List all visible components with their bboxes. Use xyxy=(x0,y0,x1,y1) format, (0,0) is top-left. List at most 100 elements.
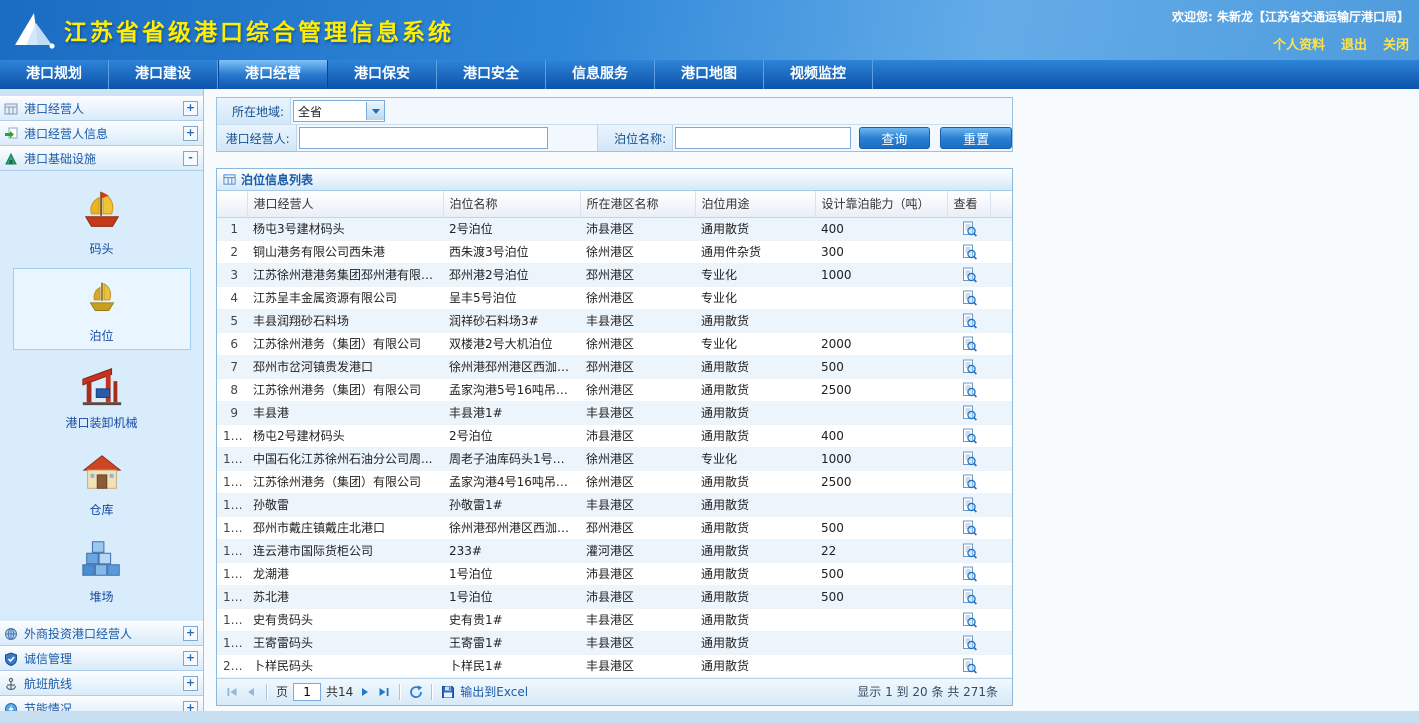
view-record-button[interactable] xyxy=(961,336,977,352)
nav-tab[interactable]: 港口规划 xyxy=(0,60,109,89)
first-page-icon[interactable] xyxy=(225,685,239,699)
header-link[interactable]: 个人资料 xyxy=(1273,34,1325,53)
view-record-button[interactable] xyxy=(961,589,977,605)
header-link[interactable]: 退出 xyxy=(1341,34,1367,53)
column-header[interactable]: 设计靠泊能力（吨） xyxy=(815,191,947,217)
column-header[interactable]: 所在港区名称 xyxy=(580,191,695,217)
sidebar-section[interactable]: 港口经营人+ xyxy=(0,96,203,121)
sidebar-section[interactable]: 航班航线+ xyxy=(0,671,203,696)
column-header[interactable]: 查看 xyxy=(947,191,990,217)
cell-view xyxy=(947,332,990,355)
cell-view xyxy=(947,447,990,470)
cell-port-area: 丰县港区 xyxy=(580,608,695,631)
nav-tab[interactable]: 港口地图 xyxy=(655,60,764,89)
page-number-input[interactable] xyxy=(293,683,321,701)
table-row[interactable]: 6江苏徐州港务（集团）有限公司双楼港2号大机泊位徐州港区专业化2000 xyxy=(217,332,1012,355)
view-record-button[interactable] xyxy=(961,566,977,582)
nav-tab[interactable]: 信息服务 xyxy=(546,60,655,89)
refresh-icon[interactable] xyxy=(409,685,423,699)
view-record-button[interactable] xyxy=(961,359,977,375)
table-row[interactable]: 4江苏呈丰金属资源有限公司呈丰5号泊位徐州港区专业化 xyxy=(217,286,1012,309)
table-row[interactable]: 18史有贵码头史有贵1#丰县港区通用散货 xyxy=(217,608,1012,631)
table-row[interactable]: 12江苏徐州港务（集团）有限公司孟家沟港4号16吨吊泊位徐州港区通用散货2500 xyxy=(217,470,1012,493)
berth-name-input[interactable] xyxy=(675,127,850,149)
table-row[interactable]: 10杨屯2号建材码头2号泊位沛县港区通用散货400 xyxy=(217,424,1012,447)
cell-port-area: 沛县港区 xyxy=(580,585,695,608)
table-row[interactable]: 17苏北港1号泊位沛县港区通用散货500 xyxy=(217,585,1012,608)
view-record-button[interactable] xyxy=(961,405,977,421)
column-header[interactable]: 泊位用途 xyxy=(695,191,815,217)
view-record-button[interactable] xyxy=(961,382,977,398)
table-row[interactable]: 3江苏徐州港港务集团邳州港有限公司邳州港2号泊位邳州港区专业化1000 xyxy=(217,263,1012,286)
view-record-button[interactable] xyxy=(961,612,977,628)
sidebar-section-label: 港口经营人信息 xyxy=(24,125,183,142)
view-record-button[interactable] xyxy=(961,635,977,651)
view-record-button[interactable] xyxy=(961,451,977,467)
column-header[interactable]: 港口经营人 xyxy=(247,191,443,217)
table-row[interactable]: 15连云港市国际货柜公司233#灌河港区通用散货22 xyxy=(217,539,1012,562)
header-link[interactable]: 关闭 xyxy=(1383,34,1409,53)
collapse-icon[interactable]: - xyxy=(183,151,198,166)
table-row[interactable]: 2铜山港务有限公司西朱港西朱渡3号泊位徐州港区通用件杂货300 xyxy=(217,240,1012,263)
cell-filler xyxy=(990,332,1012,355)
table-row[interactable]: 8江苏徐州港务（集团）有限公司孟家沟港5号16吨吊泊位徐州港区通用散货2500 xyxy=(217,378,1012,401)
search-button[interactable]: 查询 xyxy=(859,127,931,149)
view-record-button[interactable] xyxy=(961,520,977,536)
cell-usage: 通用散货 xyxy=(695,562,815,585)
operator-input[interactable] xyxy=(299,127,548,149)
view-record-button[interactable] xyxy=(961,313,977,329)
region-select[interactable]: 全省 xyxy=(293,100,385,122)
facility-item[interactable]: 仓库 xyxy=(13,442,191,524)
view-record-button[interactable] xyxy=(961,221,977,237)
table-row[interactable]: 1杨屯3号建材码头2号泊位沛县港区通用散货400 xyxy=(217,217,1012,240)
expand-icon[interactable]: + xyxy=(183,626,198,641)
expand-icon[interactable]: + xyxy=(183,676,198,691)
next-page-icon[interactable] xyxy=(358,685,372,699)
view-record-button[interactable] xyxy=(961,290,977,306)
chevron-down-icon[interactable] xyxy=(366,102,384,120)
expand-icon[interactable]: + xyxy=(183,651,198,666)
table-row[interactable]: 7邳州市岔河镇贵发港口徐州港邳州港区西泇河...邳州港区通用散货500 xyxy=(217,355,1012,378)
sidebar-section[interactable]: 港口基础设施- xyxy=(0,146,203,171)
view-record-button[interactable] xyxy=(961,244,977,260)
nav-tab[interactable]: 港口安全 xyxy=(437,60,546,89)
prev-page-icon[interactable] xyxy=(244,685,258,699)
column-header[interactable]: 泊位名称 xyxy=(443,191,580,217)
nav-tab[interactable]: 港口经营 xyxy=(218,60,328,89)
facility-item[interactable]: 堆场 xyxy=(13,529,191,611)
view-record-button[interactable] xyxy=(961,497,977,513)
nav-tab[interactable]: 港口建设 xyxy=(109,60,218,89)
expand-icon[interactable]: + xyxy=(183,101,198,116)
view-record-button[interactable] xyxy=(961,267,977,283)
expand-icon[interactable]: + xyxy=(183,126,198,141)
cell-operator: 杨屯2号建材码头 xyxy=(247,424,443,447)
view-record-button[interactable] xyxy=(961,658,977,674)
reset-button[interactable]: 重置 xyxy=(940,127,1012,149)
cell-usage: 专业化 xyxy=(695,286,815,309)
table-row[interactable]: 5丰县润翔砂石料场润祥砂石料场3#丰县港区通用散货 xyxy=(217,309,1012,332)
cell-filler xyxy=(990,539,1012,562)
view-record-button[interactable] xyxy=(961,474,977,490)
sidebar-section[interactable]: 节能情况+ xyxy=(0,696,203,711)
sidebar-section[interactable]: 诚信管理+ xyxy=(0,646,203,671)
nav-tab[interactable]: 视频监控 xyxy=(764,60,873,89)
view-record-button[interactable] xyxy=(961,428,977,444)
table-row[interactable]: 16龙潮港1号泊位沛县港区通用散货500 xyxy=(217,562,1012,585)
export-excel-button[interactable]: 输出到Excel xyxy=(460,683,528,700)
table-row[interactable]: 19王寄雷码头王寄雷1#丰县港区通用散货 xyxy=(217,631,1012,654)
table-row[interactable]: 13孙敬雷孙敬雷1#丰县港区通用散货 xyxy=(217,493,1012,516)
nav-tab[interactable]: 港口保安 xyxy=(328,60,437,89)
sidebar-section[interactable]: 港口经营人信息+ xyxy=(0,121,203,146)
table-row[interactable]: 11中国石化江苏徐州石油分公司周...周老子油库码头1号泊位徐州港区专业化100… xyxy=(217,447,1012,470)
facility-item[interactable]: 泊位 xyxy=(13,268,191,350)
sidebar-section[interactable]: 外商投资港口经营人+ xyxy=(0,621,203,646)
table-row[interactable]: 14邳州市戴庄镇戴庄北港口徐州港邳州港区西泇河...邳州港区通用散货500 xyxy=(217,516,1012,539)
view-record-button[interactable] xyxy=(961,543,977,559)
table-row[interactable]: 9丰县港丰县港1#丰县港区通用散货 xyxy=(217,401,1012,424)
table-row[interactable]: 20卜样民码头卜样民1#丰县港区通用散货 xyxy=(217,654,1012,677)
facility-item[interactable]: 码头 xyxy=(13,181,191,263)
facility-item[interactable]: 港口装卸机械 xyxy=(13,355,191,437)
cell-capacity: 2000 xyxy=(815,332,947,355)
last-page-icon[interactable] xyxy=(377,685,391,699)
expand-icon[interactable]: + xyxy=(183,701,198,711)
